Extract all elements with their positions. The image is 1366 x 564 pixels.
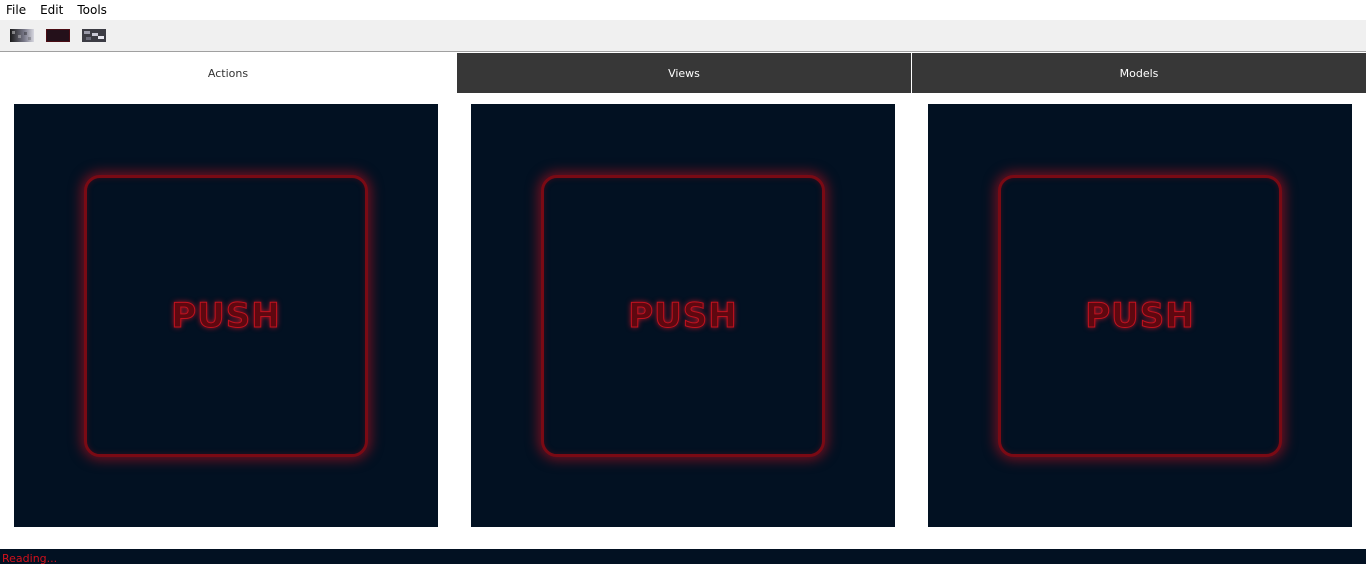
tab-models[interactable]: Models [911,53,1366,93]
push-button-label: PUSH [628,296,738,337]
panel-3: PUSH [928,104,1352,527]
menu-edit[interactable]: Edit [33,0,70,20]
tab-bar: Actions Views Models [0,53,1366,93]
push-button-2[interactable]: PUSH [541,175,825,457]
gradient-grey-icon [10,29,34,42]
dark-red-swatch-icon [46,29,70,42]
push-button-label: PUSH [171,296,281,337]
menu-bar: File Edit Tools [0,0,1366,20]
panel-2: PUSH [471,104,895,527]
panels-area: PUSH PUSH PUSH [0,104,1366,527]
status-text: Reading... [2,552,58,564]
toolbar-button-2[interactable] [44,24,72,48]
status-bar: Reading... [0,549,1366,564]
toolbar [0,20,1366,52]
push-button-3[interactable]: PUSH [998,175,1282,457]
tab-actions[interactable]: Actions [0,53,456,93]
tab-views[interactable]: Views [456,53,911,93]
push-button-1[interactable]: PUSH [84,175,368,457]
menu-tools[interactable]: Tools [70,0,114,20]
menu-file[interactable]: File [0,0,33,20]
toolbar-button-1[interactable] [8,24,36,48]
toolbar-button-3[interactable] [80,24,108,48]
panel-1: PUSH [14,104,438,527]
push-button-label: PUSH [1085,296,1195,337]
grey-pattern-icon [82,29,106,42]
